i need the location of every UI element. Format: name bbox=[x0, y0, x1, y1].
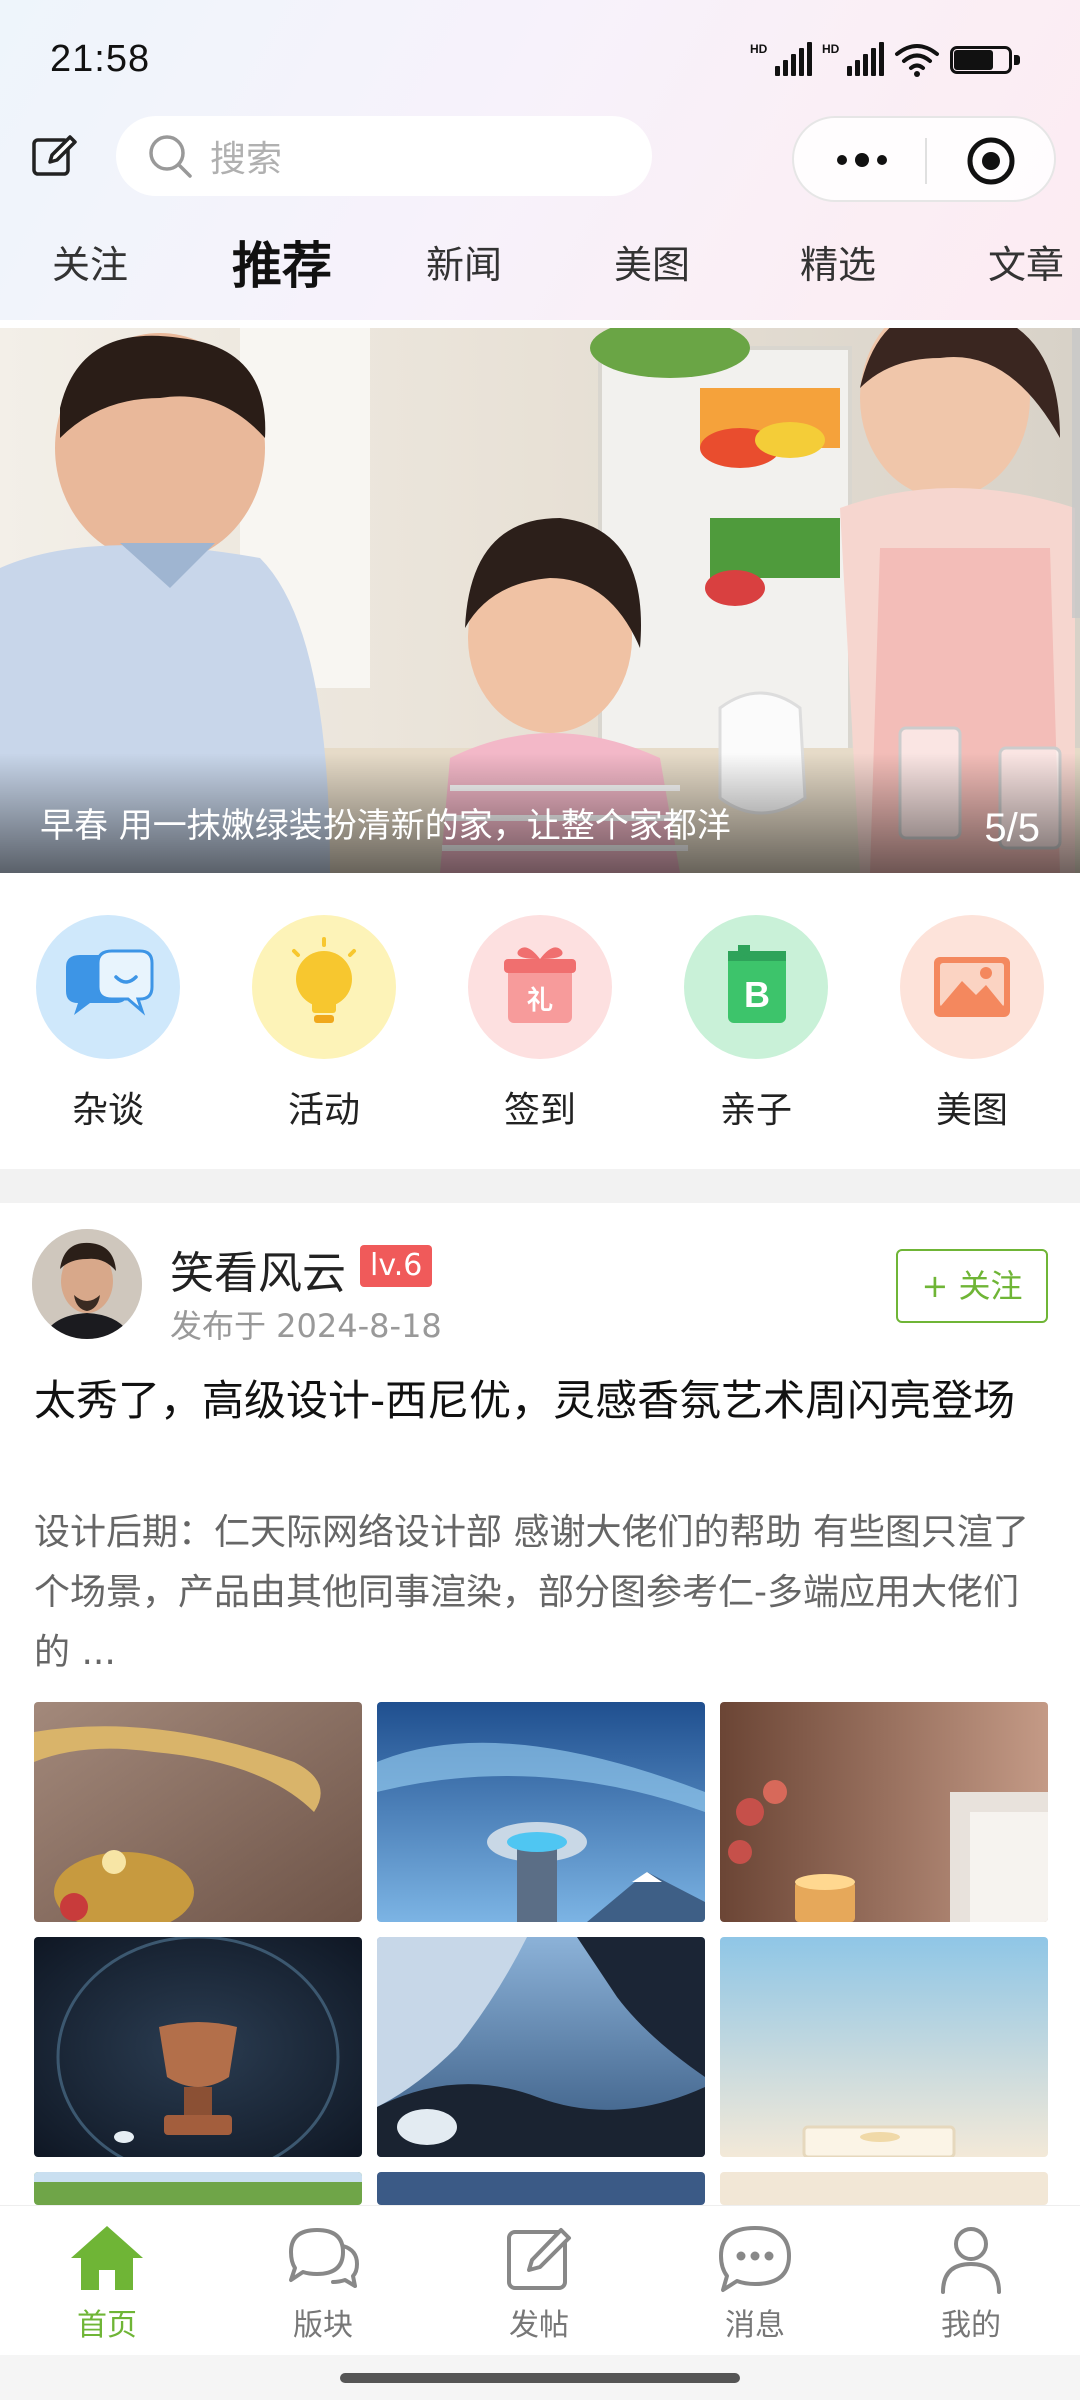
publish-date: 发布于 2024-8-18 bbox=[170, 1307, 442, 1345]
nav-label: 我的 bbox=[941, 2308, 1001, 2343]
tab-featured[interactable]: 精选 bbox=[800, 234, 876, 289]
nav-label: 版块 bbox=[293, 2308, 353, 2343]
wifi-icon bbox=[895, 44, 939, 77]
tab-follow[interactable]: 关注 bbox=[52, 234, 128, 289]
post-image[interactable] bbox=[720, 2172, 1048, 2205]
category-shortcuts: 杂谈 活动 礼 签到 B 亲子 美图 bbox=[0, 873, 1080, 1169]
status-time: 21:58 bbox=[50, 38, 151, 80]
shortcut-chat[interactable]: 杂谈 bbox=[33, 915, 183, 1133]
home-indicator[interactable] bbox=[340, 2373, 740, 2383]
hd-label: HD bbox=[750, 42, 768, 56]
shortcut-events[interactable]: 活动 bbox=[249, 915, 399, 1133]
follow-button[interactable]: + 关注 bbox=[896, 1249, 1048, 1323]
post-card[interactable]: 笑看风云 lv.6 发布于 2024-8-18 + 关注 太秀了，高级设计-西尼… bbox=[0, 1203, 1080, 2205]
search-placeholder: 搜索 bbox=[210, 139, 283, 180]
post-image[interactable] bbox=[377, 1937, 705, 2157]
cellular-signal-icon: HD bbox=[822, 42, 884, 78]
tab-pictures[interactable]: 美图 bbox=[614, 234, 690, 289]
edit-icon[interactable] bbox=[30, 132, 78, 180]
banner-caption: 早春 用一抹嫩绿装扮清新的家，让整个家都洋 bbox=[40, 806, 731, 846]
chat-bubbles-icon bbox=[36, 915, 180, 1059]
book-icon: B bbox=[684, 915, 828, 1059]
shortcut-label: 亲子 bbox=[719, 1090, 792, 1131]
nav-label: 发帖 bbox=[509, 2308, 569, 2343]
banner-carousel[interactable]: 早春 用一抹嫩绿装扮清新的家，让整个家都洋 5/5 bbox=[0, 328, 1080, 873]
shortcut-checkin[interactable]: 礼 签到 bbox=[465, 915, 615, 1133]
section-separator bbox=[0, 1169, 1080, 1203]
shortcut-label: 杂谈 bbox=[71, 1090, 144, 1131]
banner-page-indicator: 5/5 bbox=[984, 806, 1040, 850]
post-image[interactable] bbox=[34, 1702, 362, 1922]
tab-articles[interactable]: 文章 bbox=[988, 234, 1064, 289]
category-tabs: 关注 推荐 新闻 美图 精选 文章 bbox=[0, 234, 1080, 320]
gift-icon: 礼 bbox=[468, 915, 612, 1059]
post-image[interactable] bbox=[377, 1702, 705, 1922]
nav-messages[interactable]: 消息 bbox=[685, 2220, 825, 2344]
search-icon bbox=[149, 135, 192, 178]
top-header-area: 21:58 HD HD 搜索 关注 推荐 新闻 美图 精选 文章 bbox=[0, 0, 1080, 320]
picture-icon bbox=[900, 915, 1044, 1059]
level-badge: lv.6 bbox=[360, 1245, 433, 1287]
hd-label: HD bbox=[822, 42, 840, 56]
miniapp-capsule bbox=[792, 116, 1056, 202]
shortcut-label: 美图 bbox=[935, 1090, 1008, 1131]
user-icon bbox=[941, 2227, 1001, 2294]
cellular-signal-icon: HD bbox=[750, 42, 812, 78]
bottom-navigation: 首页 版块 发帖 消息 我的 bbox=[0, 2205, 1080, 2355]
tab-recommended[interactable]: 推荐 bbox=[232, 226, 332, 298]
nav-forums[interactable]: 版块 bbox=[253, 2220, 393, 2344]
post-image[interactable] bbox=[720, 1937, 1048, 2157]
search-input[interactable]: 搜索 bbox=[116, 116, 652, 196]
post-image[interactable] bbox=[720, 1702, 1048, 1922]
shortcut-label: 活动 bbox=[287, 1090, 360, 1131]
shortcut-parenting[interactable]: B 亲子 bbox=[681, 915, 831, 1133]
forum-bubbles-icon bbox=[289, 2228, 359, 2288]
post-image[interactable] bbox=[34, 1937, 362, 2157]
lightbulb-icon bbox=[252, 915, 396, 1059]
tab-news[interactable]: 新闻 bbox=[426, 234, 502, 289]
svg-text:礼: 礼 bbox=[527, 985, 553, 1016]
nav-label: 消息 bbox=[725, 2308, 785, 2343]
status-bar: 21:58 HD HD bbox=[0, 0, 1080, 110]
nav-home[interactable]: 首页 bbox=[37, 2220, 177, 2344]
nav-label: 首页 bbox=[77, 2308, 137, 2343]
svg-text:B: B bbox=[744, 974, 770, 1015]
battery-icon bbox=[950, 43, 1020, 77]
shortcut-pictures[interactable]: 美图 bbox=[897, 915, 1047, 1133]
close-target-icon[interactable] bbox=[966, 136, 1016, 186]
author-name[interactable]: 笑看风云 bbox=[170, 1237, 346, 1301]
home-icon bbox=[71, 2226, 143, 2290]
shortcut-label: 签到 bbox=[503, 1090, 576, 1131]
more-icon[interactable] bbox=[822, 138, 902, 182]
post-title[interactable]: 太秀了，高级设计-西尼优，灵感香氛艺术周闪亮登场 bbox=[34, 1369, 1044, 1433]
nav-compose[interactable]: 发帖 bbox=[469, 2220, 609, 2344]
status-icons: HD HD bbox=[750, 40, 1020, 80]
nav-profile[interactable]: 我的 bbox=[901, 2220, 1041, 2344]
compose-icon bbox=[507, 2228, 571, 2290]
message-icon bbox=[719, 2226, 791, 2292]
post-excerpt: 设计后期：仁天际网络设计部 感谢大佬们的帮助 有些图只渲了个场景，产品由其他同事… bbox=[34, 1512, 1029, 1673]
avatar[interactable] bbox=[32, 1229, 142, 1339]
capsule-divider bbox=[925, 138, 927, 184]
post-image[interactable] bbox=[34, 2172, 362, 2205]
post-image[interactable] bbox=[377, 2172, 705, 2205]
banner-scrollbar bbox=[1072, 328, 1080, 618]
